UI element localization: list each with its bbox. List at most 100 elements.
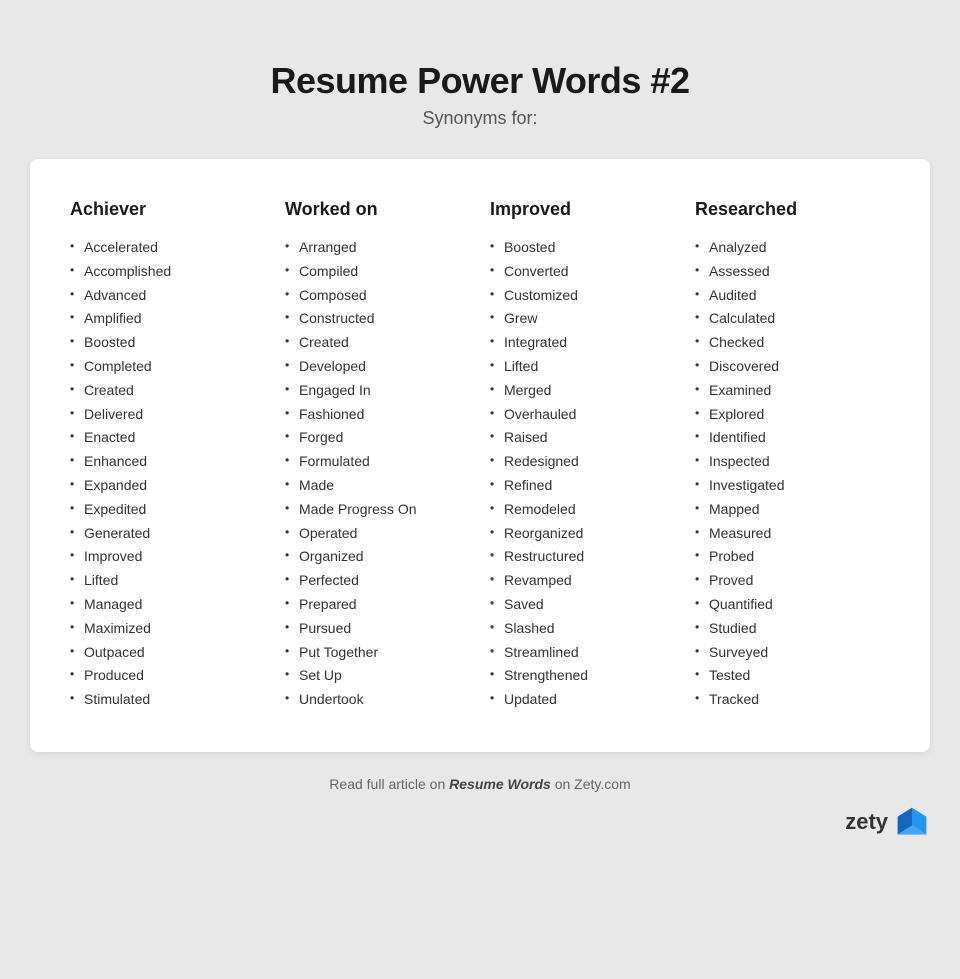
list-item: Operated [285, 522, 470, 546]
footer-prefix: Read full article on [329, 776, 449, 792]
footer-link-text: Resume Words [449, 776, 551, 792]
page-title: Resume Power Words #2 [271, 60, 690, 102]
list-item: Put Together [285, 641, 470, 665]
list-item: Accomplished [70, 260, 265, 284]
list-item: Proved [695, 569, 880, 593]
list-item: Inspected [695, 450, 880, 474]
word-list-researched: Analyzed Assessed Audited Calculated Che… [695, 236, 880, 712]
list-item: Identified [695, 426, 880, 450]
list-item: Merged [490, 379, 675, 403]
list-item: Explored [695, 403, 880, 427]
list-item: Audited [695, 284, 880, 308]
page-subtitle: Synonyms for: [422, 108, 537, 129]
column-header-achiever: Achiever [70, 199, 265, 220]
list-item: Lifted [70, 569, 265, 593]
zety-logo: zety [30, 804, 930, 840]
list-item: Boosted [490, 236, 675, 260]
column-header-worked-on: Worked on [285, 199, 470, 220]
list-item: Converted [490, 260, 675, 284]
list-item: Maximized [70, 617, 265, 641]
list-item: Advanced [70, 284, 265, 308]
list-item: Quantified [695, 593, 880, 617]
page-wrapper: Resume Power Words #2 Synonyms for: Achi… [10, 20, 950, 959]
list-item: Engaged In [285, 379, 470, 403]
list-item: Arranged [285, 236, 470, 260]
content-card: Achiever Accelerated Accomplished Advanc… [30, 159, 930, 752]
list-item: Raised [490, 426, 675, 450]
column-achiever: Achiever Accelerated Accomplished Advanc… [70, 199, 275, 712]
list-item: Created [285, 331, 470, 355]
list-item: Analyzed [695, 236, 880, 260]
list-item: Enacted [70, 426, 265, 450]
list-item: Overhauled [490, 403, 675, 427]
footer-text: Read full article on Resume Words on Zet… [329, 776, 630, 792]
column-improved: Improved Boosted Converted Customized Gr… [480, 199, 685, 712]
list-item: Managed [70, 593, 265, 617]
list-item: Stimulated [70, 688, 265, 712]
column-header-researched: Researched [695, 199, 880, 220]
list-item: Grew [490, 307, 675, 331]
list-item: Discovered [695, 355, 880, 379]
list-item: Fashioned [285, 403, 470, 427]
list-item: Investigated [695, 474, 880, 498]
list-item: Surveyed [695, 641, 880, 665]
list-item: Lifted [490, 355, 675, 379]
list-item: Pursued [285, 617, 470, 641]
list-item: Assessed [695, 260, 880, 284]
list-item: Restructured [490, 545, 675, 569]
list-item: Generated [70, 522, 265, 546]
list-item: Streamlined [490, 641, 675, 665]
list-item: Customized [490, 284, 675, 308]
list-item: Enhanced [70, 450, 265, 474]
list-item: Amplified [70, 307, 265, 331]
list-item: Constructed [285, 307, 470, 331]
list-item: Remodeled [490, 498, 675, 522]
list-item: Redesigned [490, 450, 675, 474]
list-item: Slashed [490, 617, 675, 641]
list-item: Accelerated [70, 236, 265, 260]
list-item: Updated [490, 688, 675, 712]
list-item: Tracked [695, 688, 880, 712]
list-item: Expedited [70, 498, 265, 522]
list-item: Examined [695, 379, 880, 403]
list-item: Measured [695, 522, 880, 546]
zety-logo-text: zety [845, 809, 888, 835]
list-item: Compiled [285, 260, 470, 284]
list-item: Undertook [285, 688, 470, 712]
column-header-improved: Improved [490, 199, 675, 220]
list-item: Forged [285, 426, 470, 450]
word-list-achiever: Accelerated Accomplished Advanced Amplif… [70, 236, 265, 712]
list-item: Organized [285, 545, 470, 569]
list-item: Composed [285, 284, 470, 308]
list-item: Improved [70, 545, 265, 569]
word-list-worked-on: Arranged Compiled Composed Constructed C… [285, 236, 470, 712]
list-item: Outpaced [70, 641, 265, 665]
zety-logo-icon [894, 804, 930, 840]
list-item: Made Progress On [285, 498, 470, 522]
column-worked-on: Worked on Arranged Compiled Composed Con… [275, 199, 480, 712]
list-item: Calculated [695, 307, 880, 331]
list-item: Saved [490, 593, 675, 617]
list-item: Checked [695, 331, 880, 355]
footer-suffix: on Zety.com [551, 776, 631, 792]
list-item: Completed [70, 355, 265, 379]
list-item: Expanded [70, 474, 265, 498]
list-item: Made [285, 474, 470, 498]
list-item: Developed [285, 355, 470, 379]
list-item: Reorganized [490, 522, 675, 546]
list-item: Prepared [285, 593, 470, 617]
list-item: Created [70, 379, 265, 403]
list-item: Probed [695, 545, 880, 569]
list-item: Formulated [285, 450, 470, 474]
list-item: Tested [695, 664, 880, 688]
list-item: Revamped [490, 569, 675, 593]
list-item: Boosted [70, 331, 265, 355]
list-item: Perfected [285, 569, 470, 593]
column-researched: Researched Analyzed Assessed Audited Cal… [685, 199, 890, 712]
columns-grid: Achiever Accelerated Accomplished Advanc… [70, 199, 890, 712]
list-item: Mapped [695, 498, 880, 522]
list-item: Integrated [490, 331, 675, 355]
list-item: Delivered [70, 403, 265, 427]
word-list-improved: Boosted Converted Customized Grew Integr… [490, 236, 675, 712]
list-item: Strengthened [490, 664, 675, 688]
